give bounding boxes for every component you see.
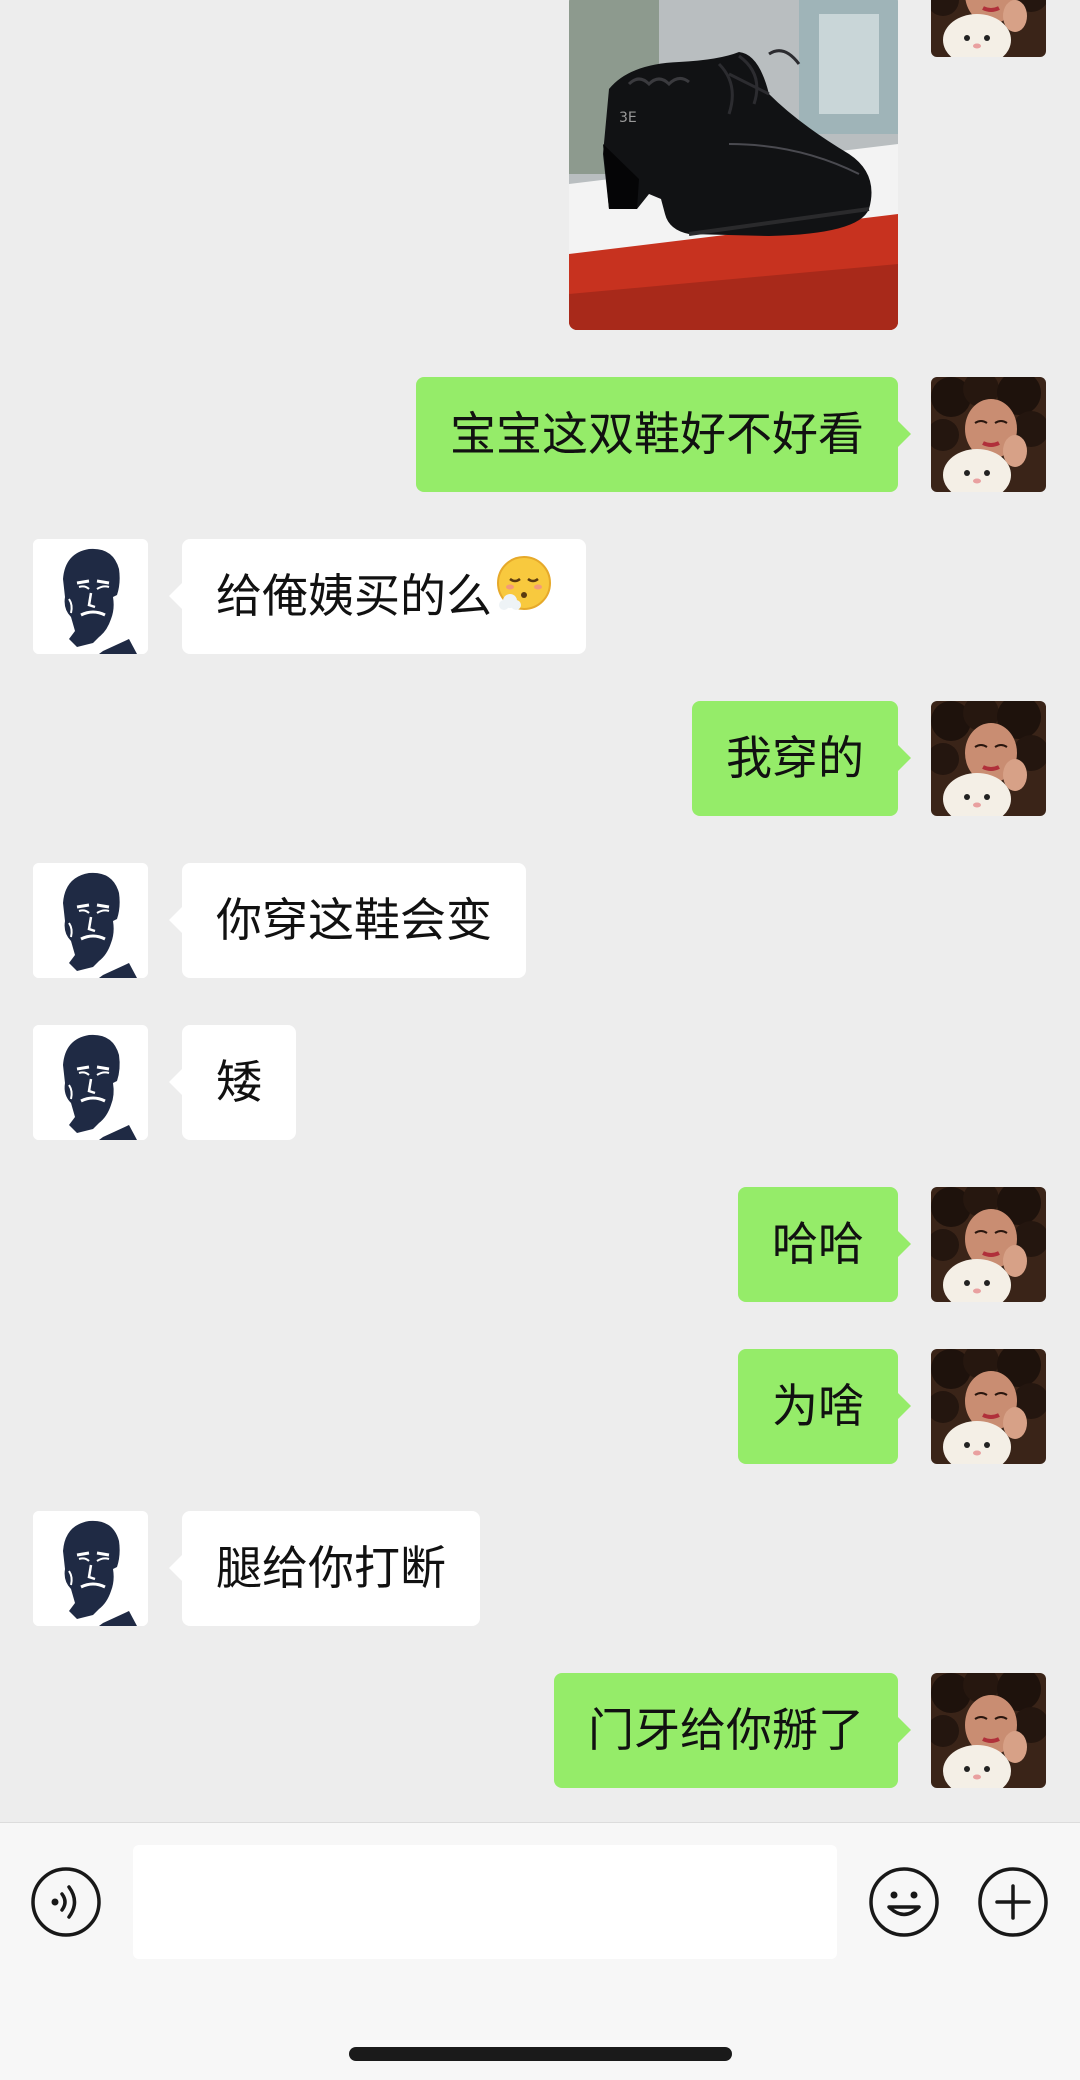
plus-icon[interactable] [977,1866,1049,1938]
message-10: 门牙给你掰了 [0,1673,1080,1788]
contact-avatar[interactable] [33,539,148,654]
message-text: 门牙给你掰了 [588,1703,864,1757]
message-bubble[interactable]: 矮 [169,1025,296,1140]
message-text: 哈哈 [772,1217,864,1271]
shoe-photo: 3E [569,0,898,330]
message-6: 矮 [0,1025,1080,1140]
chat-area: 3E 宝宝这双鞋好不好看 给俺姨买的么 我穿的 你穿这鞋会变 矮 哈哈 为啥 腿… [0,0,1080,1822]
message-bubble[interactable]: 你穿这鞋会变 [169,863,526,978]
contact-avatar[interactable] [33,863,148,978]
message-text: 腿给你打断 [216,1541,446,1595]
message-4: 我穿的 [0,701,1080,816]
message-text: 你穿这鞋会变 [216,893,492,947]
voice-input-icon[interactable] [30,1866,102,1938]
my-avatar[interactable] [931,377,1046,492]
my-avatar[interactable] [931,1349,1046,1464]
face-exhaling-emoji [496,538,552,653]
message-3: 给俺姨买的么 [0,539,1080,654]
message-bubble[interactable]: 门牙给你掰了 [554,1673,911,1788]
message-text: 矮 [216,1055,262,1109]
message-bubble[interactable]: 给俺姨买的么 [169,538,586,654]
message-bubble[interactable]: 我穿的 [692,701,911,816]
my-avatar[interactable] [931,1187,1046,1302]
message-bubble[interactable]: 为啥 [738,1349,911,1464]
contact-avatar[interactable] [33,1025,148,1140]
message-8: 为啥 [0,1349,1080,1464]
message-2: 宝宝这双鞋好不好看 [0,377,1080,492]
smiley-icon[interactable] [868,1866,940,1938]
message-bubble[interactable]: 宝宝这双鞋好不好看 [416,377,911,492]
message-bubble[interactable]: 哈哈 [738,1187,911,1302]
message-5: 你穿这鞋会变 [0,863,1080,978]
my-avatar[interactable] [931,1673,1046,1788]
message-input[interactable] [133,1845,837,1959]
shoe-image[interactable]: 3E [569,0,898,330]
message-1: 3E [0,0,1080,334]
message-text: 给俺姨买的么 [216,569,492,623]
input-bar [0,1822,1080,2080]
svg-text:3E: 3E [619,110,637,126]
home-indicator [349,2047,732,2061]
message-text: 宝宝这双鞋好不好看 [450,407,864,461]
message-7: 哈哈 [0,1187,1080,1302]
contact-avatar[interactable] [33,1511,148,1626]
message-text: 为啥 [772,1379,864,1433]
message-text: 我穿的 [726,731,864,785]
my-avatar[interactable] [931,701,1046,816]
message-9: 腿给你打断 [0,1511,1080,1626]
my-avatar[interactable] [931,0,1046,57]
message-bubble[interactable]: 腿给你打断 [169,1511,480,1626]
